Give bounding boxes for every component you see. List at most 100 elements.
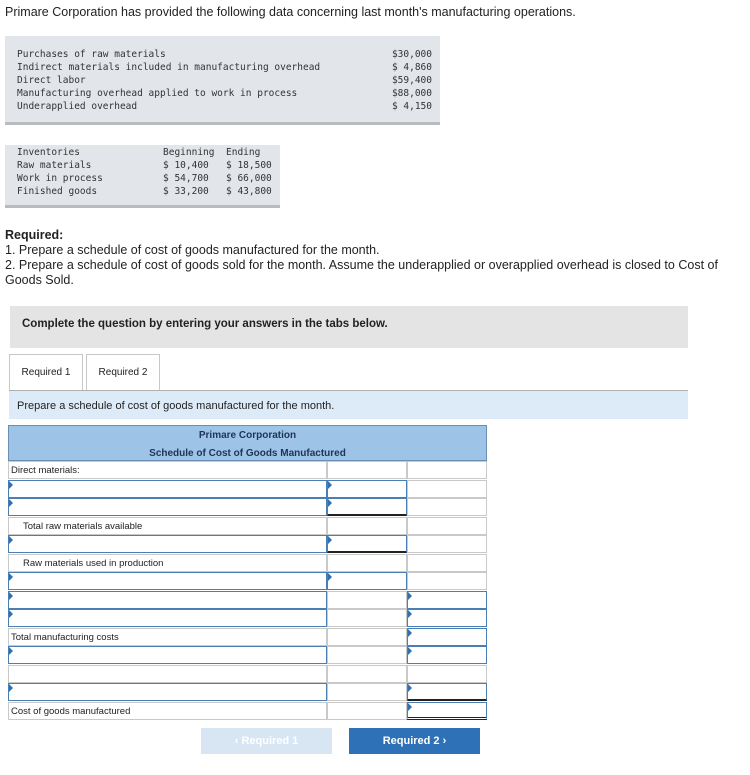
- schedule-row: [8, 683, 487, 701]
- inventory-label: Raw materials: [17, 160, 92, 171]
- amount-input[interactable]: [407, 646, 487, 664]
- schedule-row: Total raw materials available: [8, 517, 487, 535]
- amount-cell: [327, 591, 407, 609]
- amount-input[interactable]: [327, 498, 407, 516]
- cost-label: Direct labor: [17, 75, 86, 86]
- label-select[interactable]: [8, 683, 327, 701]
- amount-input[interactable]: [407, 591, 487, 609]
- amount-cell: [407, 572, 487, 590]
- label-select[interactable]: [8, 646, 327, 664]
- schedule-header: Primare Corporation Schedule of Cost of …: [8, 425, 487, 461]
- intro-text: Primare Corporation has provided the fol…: [5, 5, 576, 19]
- next-button-label: Required 2: [382, 735, 440, 747]
- instruction-banner: Complete the question by entering your a…: [10, 306, 688, 348]
- inventory-label: Finished goods: [17, 186, 98, 197]
- label-cell: Raw materials used in production: [8, 554, 327, 572]
- amount-cell: [407, 498, 487, 516]
- schedule-row: Cost of goods manufactured: [8, 702, 487, 720]
- inventories-header: Inventories Beginning Ending: [17, 146, 282, 159]
- amount-input[interactable]: [327, 480, 407, 498]
- next-button[interactable]: Required 2 ›: [349, 728, 480, 754]
- amount-cell: [327, 646, 407, 664]
- chevron-left-icon: ‹: [234, 735, 239, 747]
- prompt-text: Prepare a schedule of cost of goods manu…: [17, 400, 335, 412]
- schedule-row: [8, 646, 487, 664]
- schedule-row: [8, 535, 487, 553]
- prev-button-label: Required 1: [241, 735, 299, 747]
- inventory-row: Work in process $ 54,700 $ 66,000: [17, 172, 282, 185]
- label-select[interactable]: [8, 480, 327, 498]
- cost-value: $88,000: [391, 88, 432, 99]
- amount-cell: [407, 480, 487, 498]
- inventory-label: Work in process: [17, 173, 103, 184]
- label-cell: Total manufacturing costs: [8, 628, 327, 646]
- cost-row: Manufacturing overhead applied to work i…: [17, 87, 432, 100]
- inventory-beginning: $ 33,200: [163, 186, 209, 197]
- cost-row: Purchases of raw materials $30,000: [17, 48, 432, 61]
- amount-cell: [327, 665, 407, 683]
- amount-cell: [327, 609, 407, 627]
- label-select[interactable]: [8, 535, 327, 553]
- schedule-row: [8, 591, 487, 609]
- cost-value: $59,400: [391, 75, 432, 86]
- question-prompt: Prepare a schedule of cost of goods manu…: [9, 391, 688, 419]
- label-cell: [8, 665, 327, 683]
- beginning-header: Beginning: [163, 147, 215, 158]
- schedule-company: Primare Corporation: [198, 430, 297, 441]
- amount-cell: [407, 665, 487, 683]
- cost-data-table: Purchases of raw materials $30,000 Indir…: [5, 36, 440, 125]
- tab-required-2[interactable]: Required 2: [86, 354, 160, 391]
- banner-text: Complete the question by entering your a…: [22, 318, 388, 330]
- amount-cell: [327, 517, 407, 535]
- amount-cell: [407, 461, 487, 479]
- amount-input[interactable]: [407, 609, 487, 627]
- inventory-row: Raw materials $ 10,400 $ 18,500: [17, 159, 282, 172]
- cost-label: Underapplied overhead: [17, 101, 138, 112]
- inventories-header-label: Inventories: [17, 147, 80, 158]
- required-item-2: 2. Prepare a schedule of cost of goods s…: [5, 258, 718, 287]
- label-select[interactable]: [8, 609, 327, 627]
- total-raw-label: Total raw materials available: [23, 521, 143, 532]
- schedule-row: [8, 498, 487, 516]
- raw-used-label: Raw materials used in production: [23, 558, 164, 569]
- amount-cell: [327, 702, 407, 720]
- amount-input[interactable]: [407, 702, 487, 720]
- label-cell: Total raw materials available: [8, 517, 327, 535]
- amount-input[interactable]: [407, 628, 487, 646]
- schedule-row: [8, 665, 487, 683]
- cogm-schedule: Primare Corporation Schedule of Cost of …: [8, 425, 487, 720]
- schedule-row: [8, 480, 487, 498]
- cost-label: Indirect materials included in manufactu…: [17, 62, 321, 73]
- label-cell: Cost of goods manufactured: [8, 702, 327, 720]
- inventory-ending: $ 18,500: [226, 160, 272, 171]
- schedule-row: [8, 609, 487, 627]
- amount-cell: [407, 554, 487, 572]
- required-heading: Required:: [5, 228, 64, 242]
- cost-row: Direct labor $59,400: [17, 74, 432, 87]
- direct-materials-label: Direct materials:: [11, 465, 80, 476]
- label-select[interactable]: [8, 591, 327, 609]
- cost-row: Indirect materials included in manufactu…: [17, 61, 432, 74]
- amount-cell: [327, 554, 407, 572]
- inventory-beginning: $ 10,400: [163, 160, 209, 171]
- amount-input[interactable]: [327, 572, 407, 590]
- required-item-1: 1. Prepare a schedule of cost of goods m…: [5, 243, 380, 257]
- label-select[interactable]: [8, 572, 327, 590]
- amount-input[interactable]: [407, 683, 487, 701]
- amount-input[interactable]: [327, 535, 407, 553]
- label-select[interactable]: [8, 498, 327, 516]
- schedule-row: Raw materials used in production: [8, 554, 487, 572]
- cost-value: $ 4,150: [391, 101, 432, 112]
- cost-value: $ 4,860: [391, 62, 432, 73]
- inventory-row: Finished goods $ 33,200 $ 43,800: [17, 185, 282, 198]
- required-instructions: Required: 1. Prepare a schedule of cost …: [5, 228, 745, 288]
- cost-label: Purchases of raw materials: [17, 49, 166, 60]
- cost-value: $30,000: [391, 49, 432, 60]
- amount-cell: [327, 461, 407, 479]
- amount-cell: [407, 517, 487, 535]
- cost-row: Underapplied overhead $ 4,150: [17, 100, 432, 113]
- tab-required-1[interactable]: Required 1: [9, 354, 83, 391]
- ending-header: Ending: [226, 147, 261, 158]
- inventory-ending: $ 43,800: [226, 186, 272, 197]
- prev-button[interactable]: ‹ Required 1: [201, 728, 332, 754]
